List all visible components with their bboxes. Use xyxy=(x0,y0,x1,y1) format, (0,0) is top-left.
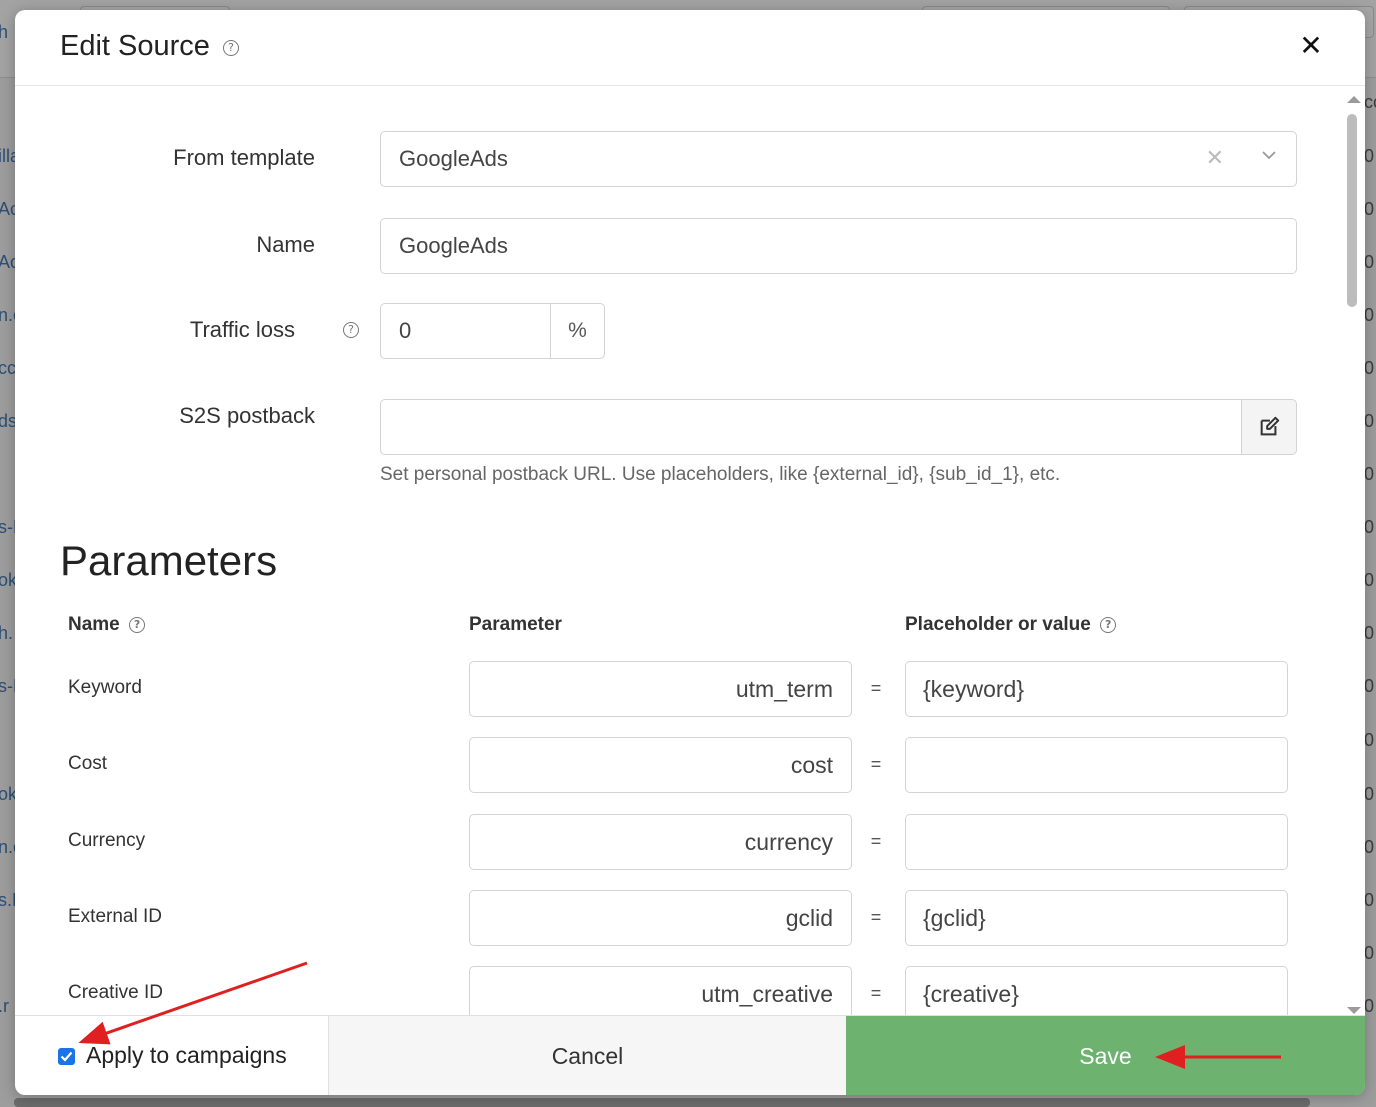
parameter-name: Currency xyxy=(68,830,146,851)
background-text: 0 xyxy=(1364,252,1375,272)
background-text: .r xyxy=(0,996,9,1016)
equals-sign: = xyxy=(870,907,882,927)
background-text: 0 xyxy=(1364,996,1375,1016)
clear-icon[interactable]: ✕ xyxy=(1206,145,1224,173)
background-text: 0 xyxy=(1364,676,1375,696)
parameter-name: Keyword xyxy=(68,677,142,698)
cancel-button[interactable]: Cancel xyxy=(329,1016,846,1095)
checkmark-icon xyxy=(60,1051,73,1062)
help-icon[interactable]: ? xyxy=(129,616,146,633)
help-icon[interactable]: ? xyxy=(223,40,239,56)
background-text: 0 xyxy=(1364,199,1375,219)
background-text: 0 xyxy=(1364,411,1375,431)
template-select[interactable]: GoogleAds ✕ xyxy=(380,131,1297,187)
background-text: h xyxy=(0,22,9,42)
traffic-loss-field[interactable]: 0 xyxy=(380,303,551,359)
equals-sign: = xyxy=(870,678,882,698)
parameters-heading: Parameters xyxy=(60,537,278,584)
postback-label: S2S postback xyxy=(179,403,315,428)
background-text: 0 xyxy=(1364,570,1375,590)
help-icon[interactable]: ? xyxy=(1100,616,1117,633)
background-text: co xyxy=(1364,92,1376,112)
equals-sign: = xyxy=(870,831,882,851)
name-field[interactable]: GoogleAds xyxy=(380,218,1297,274)
column-header-parameter: Parameter xyxy=(469,614,562,635)
parameter-field[interactable]: utm_term xyxy=(469,661,852,717)
edit-source-modal: Edit Source ? ✕ From template GoogleAds … xyxy=(15,10,1365,1095)
background-text: 0 xyxy=(1364,464,1375,484)
parameter-field[interactable]: currency xyxy=(469,814,852,870)
background-text: 0 xyxy=(1364,784,1375,804)
parameter-field[interactable]: cost xyxy=(469,737,852,793)
traffic-loss-label: Traffic loss xyxy=(189,317,295,342)
placeholder-field[interactable]: {keyword} xyxy=(905,661,1288,717)
parameter-name: External ID xyxy=(68,906,162,927)
save-button[interactable]: Save xyxy=(846,1016,1365,1095)
chevron-down-icon[interactable] xyxy=(1262,148,1276,162)
background-text: 0 xyxy=(1364,146,1375,166)
edit-icon xyxy=(1260,416,1280,436)
background-text: 0 xyxy=(1364,890,1375,910)
equals-sign: = xyxy=(870,983,882,1003)
modal-header: Edit Source ? ✕ xyxy=(15,10,1365,86)
column-header-name-label: Name xyxy=(68,614,120,635)
background-text: 0 xyxy=(1364,517,1375,537)
percent-addon: % xyxy=(550,303,605,359)
modal-title: Edit Source xyxy=(60,30,210,62)
background-text: 0 xyxy=(1364,623,1375,643)
background-text: 0 xyxy=(1364,358,1375,378)
modal-footer: Apply to campaigns Cancel Save xyxy=(15,1015,1365,1095)
edit-postback-button[interactable] xyxy=(1241,399,1297,455)
parameter-field[interactable]: utm_creative xyxy=(469,966,852,1015)
placeholder-field[interactable]: {gclid} xyxy=(905,890,1288,946)
postback-help-text: Set personal postback URL. Use placehold… xyxy=(380,464,1061,485)
apply-label[interactable]: Apply to campaigns xyxy=(86,1042,287,1069)
placeholder-field[interactable]: {creative} xyxy=(905,966,1288,1015)
background-horizontal-scrollbar[interactable] xyxy=(14,1098,1310,1107)
parameter-name: Creative ID xyxy=(68,982,164,1003)
background-text: 0 xyxy=(1364,837,1375,857)
background-text: 0 xyxy=(1364,730,1375,750)
scroll-down-icon[interactable] xyxy=(1347,1007,1361,1014)
apply-to-campaigns-option[interactable]: Apply to campaigns xyxy=(15,1016,329,1095)
postback-field[interactable] xyxy=(380,399,1242,455)
scroll-up-icon[interactable] xyxy=(1347,96,1361,103)
template-select-value: GoogleAds xyxy=(399,146,508,171)
equals-sign: = xyxy=(870,754,882,774)
background-text: h. xyxy=(0,623,14,643)
placeholder-field[interactable] xyxy=(905,737,1288,793)
parameter-name: Cost xyxy=(68,753,108,774)
template-label: From template xyxy=(173,145,315,170)
parameter-field[interactable]: gclid xyxy=(469,890,852,946)
modal-body: From template GoogleAds ✕ Name GoogleAds… xyxy=(15,87,1345,1015)
background-text: cc xyxy=(0,358,16,378)
help-icon[interactable]: ? xyxy=(343,322,359,338)
column-header-placeholder: Placeholder or value ? xyxy=(905,614,1117,636)
column-header-name: Name ? xyxy=(68,614,146,636)
close-icon[interactable]: ✕ xyxy=(1297,32,1325,60)
name-label: Name xyxy=(256,232,315,257)
placeholder-field[interactable] xyxy=(905,814,1288,870)
modal-scrollbar[interactable] xyxy=(1344,94,1361,1014)
scrollbar-thumb[interactable] xyxy=(1347,114,1357,307)
column-header-placeholder-label: Placeholder or value xyxy=(905,614,1091,635)
background-text: 0 xyxy=(1364,943,1375,963)
apply-checkbox[interactable] xyxy=(58,1048,75,1065)
background-text: 0 xyxy=(1364,305,1375,325)
